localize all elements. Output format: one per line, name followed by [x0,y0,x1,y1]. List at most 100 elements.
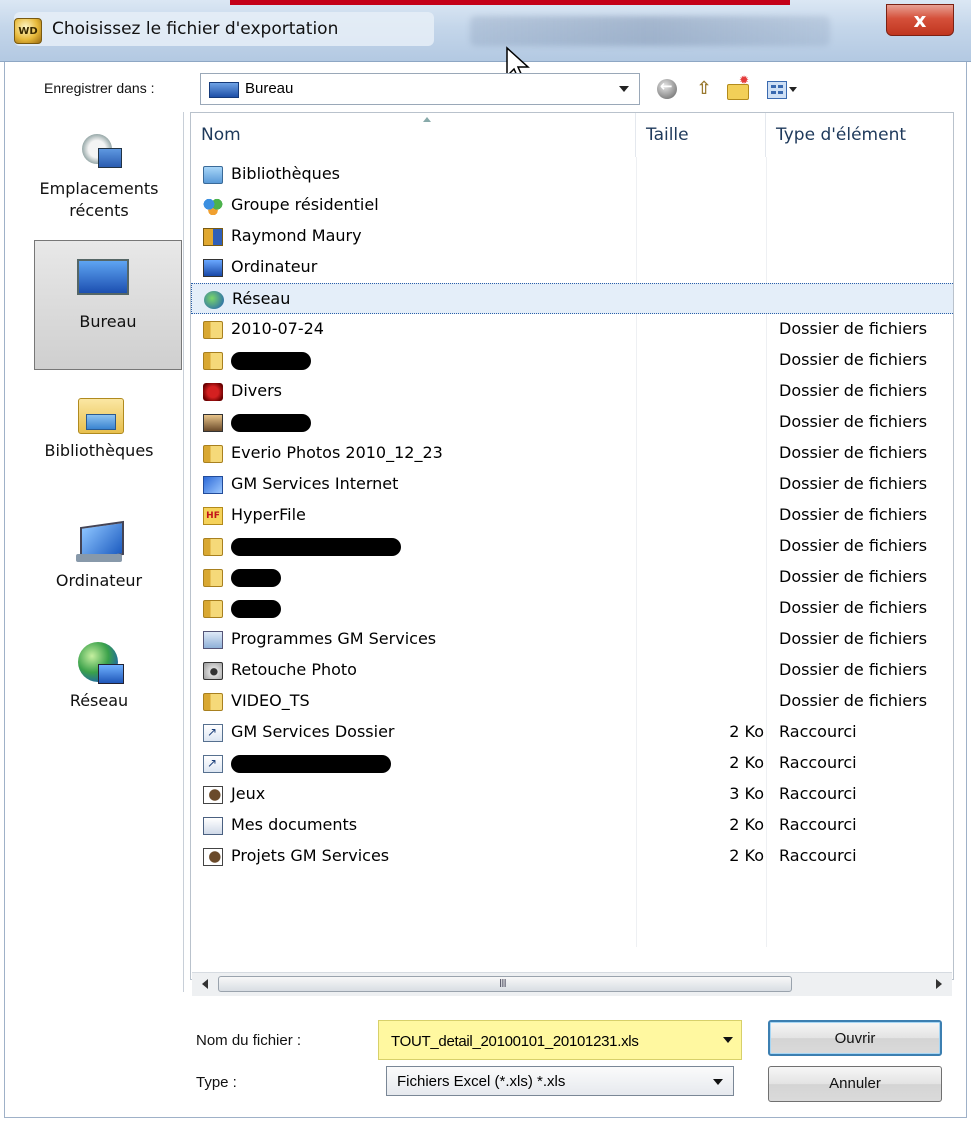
file-row[interactable]: Raymond Maury [191,221,953,252]
file-row[interactable]: GM Services Dossier 2 Ko Raccourci [191,717,953,748]
column-header-type[interactable]: Type d'élément [766,113,953,157]
app-icon: WD [14,18,42,44]
file-row[interactable]: 2 Ko Raccourci [191,748,953,779]
file-type-select[interactable]: Fichiers Excel (*.xls) *.xls [386,1066,734,1096]
folder-icon [203,693,223,711]
computer-icon [76,520,124,562]
place-computer[interactable]: Ordinateur [14,504,184,624]
redacted-name [231,538,401,556]
blurred-title-area [470,16,830,46]
file-row[interactable]: Jeux 3 Ko Raccourci [191,779,953,810]
file-row[interactable]: 2010-07-24 Dossier de fichiers [191,314,953,345]
up-folder-icon[interactable]: ⇧ [692,78,716,100]
file-type: Dossier de fichiers [779,660,928,679]
folder-icon [203,321,223,339]
chevron-down-icon[interactable] [619,86,629,92]
file-row[interactable]: Mes documents 2 Ko Raccourci [191,810,953,841]
file-row[interactable]: Dossier de fichiers [191,531,953,562]
folder-icon [203,600,223,618]
redacted-name [231,352,311,370]
place-label: Réseau [69,691,129,710]
filename-label: Nom du fichier : [196,1032,302,1049]
location-value: Bureau [245,80,294,97]
file-row[interactable]: Divers Dossier de fichiers [191,376,953,407]
new-folder-icon[interactable] [725,73,749,100]
libraries-icon [76,390,124,434]
file-type-value: Fichiers Excel (*.xls) *.xls [397,1073,566,1090]
scroll-left-icon[interactable] [202,979,208,989]
file-name: GM Services Dossier [231,722,395,741]
file-row[interactable]: GM Services Internet Dossier de fichiers [191,469,953,500]
place-network[interactable]: Réseau [14,624,184,744]
chevron-down-icon[interactable] [723,1037,733,1043]
place-recent[interactable]: Emplacements récents [14,112,184,232]
close-button[interactable]: x [886,4,954,36]
file-row[interactable]: Dossier de fichiers [191,407,953,438]
location-dropdown[interactable]: Bureau [200,73,640,105]
file-type: Dossier de fichiers [779,381,928,400]
filename-input[interactable]: TOUT_detail_20100101_20101231.xls [378,1020,742,1060]
shortcut-icon [203,755,223,773]
file-row[interactable]: Réseau [191,283,953,314]
place-libraries[interactable]: Bibliothèques [14,374,184,494]
file-name: Retouche Photo [231,660,357,679]
folder-icon [203,445,223,463]
desktop-icon [77,259,129,295]
file-size: 2 Ko [729,846,764,865]
file-name: Mes documents [231,815,358,834]
redacted-name [231,600,281,618]
file-type: Dossier de fichiers [779,319,928,338]
file-row[interactable]: VIDEO_TS Dossier de fichiers [191,686,953,717]
scroll-grip: III [499,977,507,990]
file-name: Jeux [231,784,266,803]
views-menu-icon[interactable] [765,78,799,100]
folder-icon [203,538,223,556]
camera-icon [203,662,223,680]
file-type: Raccourci [779,784,857,803]
file-row[interactable]: Groupe résidentiel [191,190,953,221]
scrollbar-thumb[interactable]: III [218,976,792,992]
folder-icon [203,569,223,587]
library-icon [203,166,223,184]
column-header-size[interactable]: Taille [636,113,766,157]
file-row[interactable]: Programmes GM Services Dossier de fichier… [191,624,953,655]
computer-icon [203,259,223,277]
file-type: Dossier de fichiers [779,691,928,710]
desktop-icon [209,82,239,98]
file-row[interactable]: Everio Photos 2010_12_23 Dossier de fichi… [191,438,953,469]
file-row[interactable]: Dossier de fichiers [191,593,953,624]
file-type: Dossier de fichiers [779,474,928,493]
file-type: Dossier de fichiers [779,443,928,462]
file-name: Ordinateur [231,257,318,276]
file-name: Bibliothèques [231,164,340,183]
file-name: Divers [231,381,282,400]
recent-places-icon [76,128,124,170]
cancel-button[interactable]: Annuler [768,1066,942,1102]
file-row[interactable]: Bibliothèques [191,159,953,190]
file-row[interactable]: Ordinateur [191,252,953,283]
filename-value: TOUT_detail_20100101_20101231.xls [391,1033,639,1050]
column-header-name[interactable]: Nom [191,113,636,157]
shortcut-icon [203,724,223,742]
window-title: Choisissez le fichier d'exportation [52,19,339,39]
redacted-name [231,414,311,432]
place-desktop[interactable]: Bureau [34,240,182,370]
file-row[interactable]: Dossier de fichiers [191,345,953,376]
horizontal-scrollbar[interactable]: III [192,972,952,996]
file-row[interactable]: HF HyperFile Dossier de fichiers [191,500,953,531]
user-icon [203,228,223,246]
folder-icon [203,352,223,370]
back-icon[interactable] [656,77,680,100]
place-label: Emplacements récents [39,179,159,220]
file-type: Dossier de fichiers [779,536,928,555]
scroll-right-icon[interactable] [936,979,942,989]
file-row[interactable]: Retouche Photo Dossier de fichiers [191,655,953,686]
file-row[interactable]: Projets GM Services 2 Ko Raccourci [191,841,953,872]
open-button[interactable]: Ouvrir [768,1020,942,1056]
hf-icon: HF [203,507,223,525]
file-size: 2 Ko [729,753,764,772]
file-row[interactable]: Dossier de fichiers [191,562,953,593]
file-list[interactable]: Nom Taille Type d'élément Bibliothèques G… [190,112,954,980]
chevron-down-icon[interactable] [713,1079,723,1085]
file-name: Raymond Maury [231,226,362,245]
